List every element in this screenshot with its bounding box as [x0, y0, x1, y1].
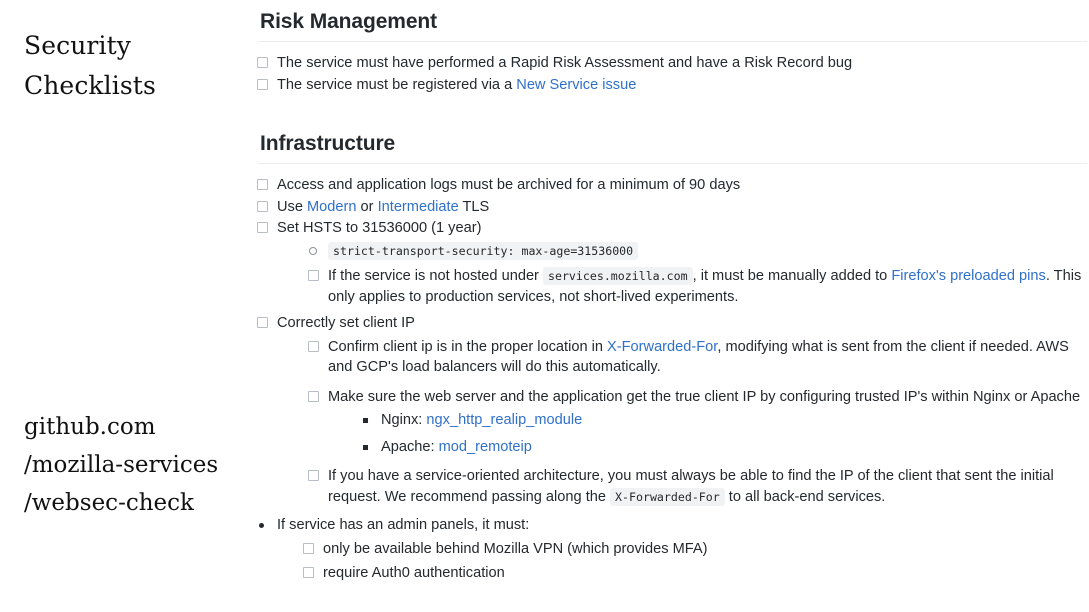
list-item: If service has an admin panels, it must:… [256, 515, 1089, 584]
list-item-label: The service must be registered via a [277, 76, 517, 93]
link-new-service-issue[interactable]: New Service issue [516, 77, 636, 93]
link-firefox-preloaded-pins[interactable]: Firefox's preloaded pins [891, 268, 1045, 284]
list-item-label: If service has an admin panels, it must: [277, 517, 530, 533]
page-title-line-1: Security [24, 31, 131, 60]
link-x-forwarded-for[interactable]: X-Forwarded-For [607, 339, 717, 355]
list-item-label-part: or [356, 198, 378, 215]
list-item: Apache: mod_remoteip [360, 437, 1089, 458]
list-item-label: only be available behind Mozilla VPN (wh… [323, 540, 708, 557]
list-item: Nginx: ngx_http_realip_module [360, 410, 1089, 431]
list-item[interactable]: If the service is not hosted under servi… [307, 266, 1089, 307]
list-item[interactable]: If you have a service-oriented architect… [307, 466, 1089, 507]
document-column: Risk Management The service must have pe… [256, 0, 1089, 612]
source-url-line-2: /mozilla-services [24, 452, 219, 478]
list-item-label: Set HSTS to 31536000 (1 year) [277, 220, 482, 236]
code-hsts-header: strict-transport-security: max-age=31536… [328, 241, 639, 260]
list-item[interactable]: Confirm client ip is in the proper locat… [307, 337, 1089, 378]
checkbox-icon[interactable] [303, 567, 314, 578]
list-item-label: Make sure the web server and the applica… [328, 388, 1081, 405]
section-risk-management: Risk Management The service must have pe… [256, 10, 1089, 96]
list-item: strict-transport-security: max-age=31536… [307, 241, 1089, 262]
list-item-label: Correctly set client IP [277, 315, 415, 331]
list-item[interactable]: only be available behind Mozilla VPN (wh… [302, 539, 1089, 560]
code-x-forwarded-for-header: X-Forwarded-For [610, 487, 725, 506]
page-title: Security Checklists [24, 26, 250, 106]
list-item[interactable]: Access and application logs must be arch… [256, 175, 1089, 196]
disc-bullet-icon [259, 523, 264, 528]
link-ngx-http-realip-module[interactable]: ngx_http_realip_module [426, 412, 582, 428]
list-item-label: Access and application logs must be arch… [277, 177, 741, 193]
page-title-line-2: Checklists [24, 71, 156, 100]
circle-bullet-icon [309, 246, 317, 255]
checkbox-icon[interactable] [257, 317, 268, 328]
list-item-label: The service must have performed a Rapid … [277, 55, 853, 71]
sub-checklist-admin-panel: only be available behind Mozilla VPN (wh… [277, 539, 1089, 584]
source-url: github.com /mozilla-services /websec-che… [24, 408, 256, 522]
checkbox-icon[interactable] [257, 78, 268, 90]
list-item-label: require Auth0 authentication [323, 565, 505, 581]
sub-checklist: Confirm client ip is in the proper locat… [277, 337, 1089, 508]
list-item-label-part: to all back-end services. [724, 488, 886, 505]
list-item-label-part: Nginx: [381, 412, 427, 428]
list-item[interactable]: require Auth0 authentication [302, 563, 1089, 584]
link-mod-remoteip[interactable]: mod_remoteip [439, 439, 532, 455]
checkbox-icon[interactable] [308, 390, 319, 402]
checklist-infrastructure: Access and application logs must be arch… [256, 164, 1089, 584]
list-item[interactable]: Correctly set client IP Confirm client i… [256, 313, 1089, 507]
list-item-label-part: , it must be manually added to [692, 268, 892, 284]
section-heading-risk-management: Risk Management [260, 10, 438, 33]
list-item[interactable]: The service must have performed a Rapid … [256, 53, 1089, 74]
list-item-label-part: Use [277, 198, 308, 215]
page-root: Security Checklists github.com /mozilla-… [0, 0, 1089, 612]
list-item-label-part: Apache: [381, 438, 439, 455]
square-bullet-icon [363, 444, 368, 450]
code-services-mozilla-domain: services.mozilla.com [542, 267, 693, 285]
sub-checklist: strict-transport-security: max-age=31536… [277, 241, 1089, 308]
section-infrastructure: Infrastructure Access and application lo… [256, 132, 1089, 585]
list-item-label-part: Confirm client ip is in the proper locat… [328, 338, 608, 355]
checklist-risk-management: The service must have performed a Rapid … [256, 42, 1089, 95]
checkbox-icon[interactable] [303, 542, 314, 554]
list-item[interactable]: Make sure the web server and the applica… [307, 387, 1089, 458]
checkbox-icon[interactable] [257, 222, 268, 233]
list-item-label-part: TLS [458, 198, 490, 215]
caption-column: Security Checklists github.com /mozilla-… [0, 0, 256, 612]
source-url-line-1: github.com [24, 414, 156, 440]
checkbox-icon[interactable] [257, 57, 268, 68]
list-item[interactable]: Set HSTS to 31536000 (1 year) strict-tra… [256, 218, 1089, 307]
sub-list-web-servers: Nginx: ngx_http_realip_module Apache: mo… [328, 410, 1089, 457]
list-item-label-part: If the service is not hosted under [328, 268, 543, 284]
list-item[interactable]: Use Modern or Intermediate TLS [256, 197, 1089, 218]
checkbox-icon[interactable] [308, 270, 319, 281]
checkbox-icon[interactable] [308, 340, 319, 352]
checkbox-icon[interactable] [308, 470, 319, 481]
checkbox-icon[interactable] [257, 200, 268, 212]
checkbox-icon[interactable] [257, 179, 268, 190]
source-url-line-3: /websec-check [24, 490, 194, 516]
list-item[interactable]: The service must be registered via a New… [256, 75, 1089, 96]
section-heading-infrastructure: Infrastructure [260, 132, 396, 155]
square-bullet-icon [363, 418, 368, 423]
link-intermediate-tls[interactable]: Intermediate [378, 199, 459, 215]
link-modern-tls[interactable]: Modern [307, 199, 356, 215]
